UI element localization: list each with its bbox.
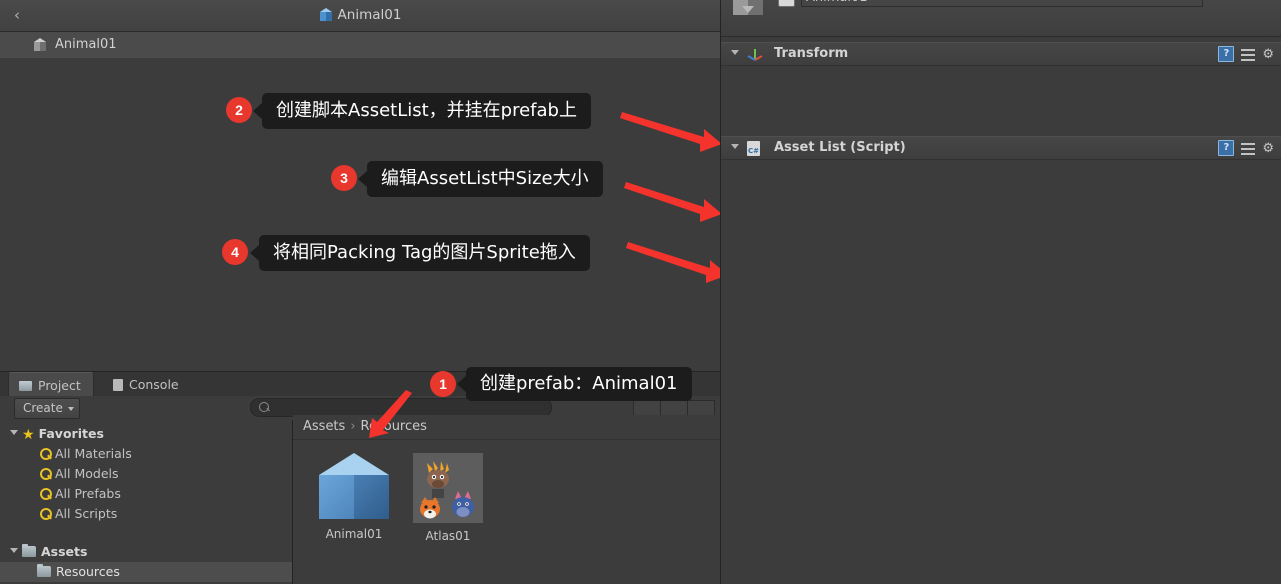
hierarchy-title: Animal01 [0, 0, 720, 31]
gameobject-cube-icon [33, 38, 47, 52]
hierarchy-item-label: Animal01 [55, 37, 117, 52]
tree-item-all-materials-label: All Materials [55, 446, 132, 461]
inspector-panel: ✓ Animal01 Static Tag Untagged ▲▼ Layer … [721, 0, 1281, 584]
check-icon: ✓ [782, 0, 793, 5]
search-icon [40, 488, 52, 500]
arrow-to-resources [369, 390, 412, 438]
search-icon [40, 448, 52, 460]
tree-item-resources[interactable]: Resources [0, 562, 292, 582]
tree-item-assets-label: Assets [41, 544, 88, 559]
tree-item-all-scripts[interactable]: All Scripts [0, 504, 292, 524]
asset-list-title: Asset List (Script) [774, 140, 906, 155]
hierarchy-item-animal01[interactable]: Animal01 [0, 32, 720, 59]
folder-icon [22, 544, 36, 557]
asset-item-animal01[interactable]: Animal01 [309, 453, 399, 541]
prefab-dropdown-icon[interactable] [733, 0, 763, 18]
folder-icon [19, 380, 32, 391]
star-icon: ★ [22, 427, 35, 443]
callout-4: 将相同Packing Tag的图片Sprite拖入 [250, 235, 590, 271]
breadcrumb-root[interactable]: Assets [303, 419, 345, 434]
prefab-cube-icon [319, 8, 333, 22]
asset-item-atlas01[interactable]: Atlas01 [403, 453, 493, 543]
callout-badge-3: 3 [331, 165, 357, 191]
callout-badge-4: 4 [222, 239, 248, 265]
tree-item-all-prefabs-label: All Prefabs [55, 486, 121, 501]
folder-icon [37, 564, 51, 577]
transform-header-icons: ? ⚙ [1218, 46, 1274, 62]
gameobject-enabled-checkbox[interactable]: ✓ [778, 0, 795, 7]
project-tree[interactable]: ★ Favorites All Materials All Models All … [0, 420, 292, 584]
tree-item-all-prefabs[interactable]: All Prefabs [0, 484, 292, 504]
search-icon [40, 508, 52, 520]
callout-badge-2: 2 [226, 97, 252, 123]
csharp-script-icon: C# [747, 141, 760, 156]
expand-triangle-icon[interactable] [731, 144, 739, 149]
gear-icon[interactable]: ⚙ [1262, 142, 1274, 155]
callout-3-text: 编辑AssetList中Size大小 [381, 168, 589, 189]
callout-badge-1: 1 [430, 371, 456, 397]
tree-item-all-models-label: All Models [55, 466, 119, 481]
chevron-down-icon [67, 407, 74, 411]
arrow-to-size [624, 182, 722, 222]
tab-project-label: Project [38, 378, 81, 393]
gameobject-header: ✓ Animal01 Static Tag Untagged ▲▼ Layer … [721, 0, 1281, 37]
expand-triangle-icon[interactable] [731, 50, 739, 55]
callout-1: 创建prefab：Animal01 [457, 367, 692, 401]
tree-item-all-materials[interactable]: All Materials [0, 444, 292, 464]
arrow-to-asset-list [620, 112, 722, 152]
help-icon[interactable]: ? [1218, 46, 1235, 62]
callout-1-text: 创建prefab：Animal01 [480, 373, 678, 394]
console-icon [113, 378, 123, 391]
arrow-to-elements [626, 242, 728, 283]
tree-item-all-scripts-label: All Scripts [55, 506, 118, 521]
asset-list-header-icons: ? ⚙ [1218, 140, 1274, 156]
tree-item-favorites-label: Favorites [38, 426, 104, 441]
tab-console[interactable]: Console [103, 372, 191, 397]
preset-icon[interactable] [1241, 142, 1256, 155]
search-icon [259, 402, 269, 412]
callout-2-text: 创建脚本AssetList，并挂在prefab上 [276, 100, 577, 121]
gear-icon[interactable]: ⚙ [1262, 48, 1274, 61]
transform-component-header[interactable]: Transform ? ⚙ [721, 42, 1281, 66]
create-button-label: Create [23, 401, 63, 415]
transform-title: Transform [774, 46, 849, 61]
callout-2: 创建脚本AssetList，并挂在prefab上 [253, 93, 591, 129]
help-icon[interactable]: ? [1218, 140, 1235, 156]
gameobject-name-input[interactable]: Animal01 [801, 0, 1203, 7]
tab-console-label: Console [129, 377, 179, 392]
preset-icon[interactable] [1241, 48, 1256, 61]
callout-3: 编辑AssetList中Size大小 [358, 161, 603, 197]
tab-project[interactable]: Project [8, 372, 94, 398]
tree-item-all-models[interactable]: All Models [0, 464, 292, 484]
transform-gizmo-icon [747, 49, 763, 61]
asset-item-atlas01-label: Atlas01 [425, 529, 471, 543]
tree-item-resources-label: Resources [56, 564, 120, 579]
sprite-atlas-thumbnail [413, 453, 483, 523]
tree-item-favorites[interactable]: ★ Favorites [0, 424, 292, 444]
expand-triangle-icon[interactable] [10, 548, 18, 553]
callout-4-text: 将相同Packing Tag的图片Sprite拖入 [273, 242, 576, 263]
hierarchy-header: ‹ Animal01 [0, 0, 720, 32]
asset-item-animal01-label: Animal01 [325, 527, 383, 541]
hierarchy-title-text: Animal01 [337, 7, 402, 23]
search-icon [40, 468, 52, 480]
tree-item-assets[interactable]: Assets [0, 542, 292, 562]
create-button[interactable]: Create [14, 398, 80, 419]
asset-list-component-header[interactable]: C# Asset List (Script) ? ⚙ [721, 136, 1281, 160]
prefab-cube-icon [319, 453, 389, 521]
expand-triangle-icon[interactable] [10, 430, 18, 435]
